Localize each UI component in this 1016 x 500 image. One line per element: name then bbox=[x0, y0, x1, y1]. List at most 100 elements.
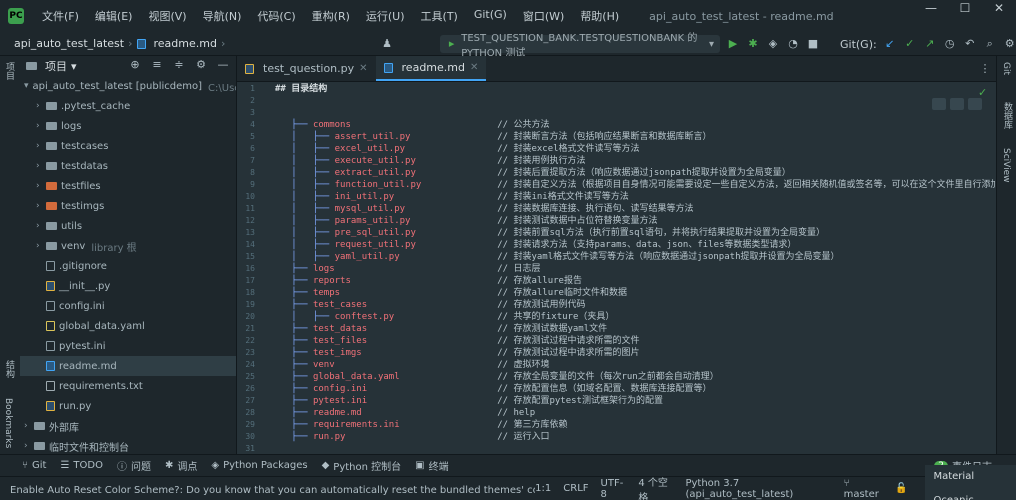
editor-only-icon[interactable] bbox=[932, 98, 946, 110]
problems-tool-tab[interactable]: ⓘ 问题 bbox=[117, 458, 151, 473]
tree-item-init-py[interactable]: __init__.py bbox=[20, 276, 236, 296]
line-number[interactable]: 5 bbox=[237, 131, 267, 143]
project-panel-title[interactable]: 项目 bbox=[45, 58, 67, 74]
lock-icon[interactable]: 🔓 bbox=[895, 483, 907, 494]
line-number[interactable]: 9 bbox=[237, 179, 267, 191]
bookmarks-tool-button[interactable]: Bookmarks bbox=[3, 398, 13, 448]
line-number[interactable]: 7 bbox=[237, 155, 267, 167]
menu-window[interactable]: 窗口(W) bbox=[515, 8, 572, 24]
debug-tool-tab[interactable]: ✱ 调点 bbox=[165, 458, 197, 473]
settings-gear-icon[interactable]: ⚙ bbox=[1003, 37, 1016, 51]
database-tool-button[interactable]: 数据库 bbox=[1001, 102, 1014, 129]
close-tab-icon[interactable]: ✕ bbox=[470, 62, 478, 73]
menu-run[interactable]: 运行(U) bbox=[358, 8, 413, 24]
rollback-icon[interactable]: ↶ bbox=[963, 37, 977, 51]
tree-item-global-data-yaml[interactable]: global_data.yaml bbox=[20, 316, 236, 336]
tree-item-scratches[interactable]: › 临时文件和控制台 bbox=[20, 436, 236, 454]
line-number[interactable]: 26 bbox=[237, 383, 267, 395]
maximize-button[interactable]: ☐ bbox=[948, 0, 982, 32]
editor-content[interactable]: ## 目录结构 ├── commons // 公共方法 │ ├── assert_… bbox=[275, 83, 995, 445]
line-number[interactable]: 4 bbox=[237, 119, 267, 131]
line-number[interactable]: 11 bbox=[237, 203, 267, 215]
line-number[interactable]: 2 bbox=[237, 95, 267, 107]
user-icon[interactable]: ♟ bbox=[380, 37, 394, 51]
tree-item-testfiles[interactable]: › testfiles bbox=[20, 176, 236, 196]
git-tool-button[interactable]: Git bbox=[1001, 62, 1011, 75]
tree-item-external-libraries[interactable]: › 外部库 bbox=[20, 416, 236, 436]
line-number[interactable]: 20 bbox=[237, 311, 267, 323]
tree-item-utils[interactable]: › utils bbox=[20, 216, 236, 236]
tree-item-venv[interactable]: › venv library 根 bbox=[20, 236, 236, 256]
tree-item-run-py[interactable]: run.py bbox=[20, 396, 236, 416]
tree-item-testdatas[interactable]: › testdatas bbox=[20, 156, 236, 176]
line-number[interactable]: 6 bbox=[237, 143, 267, 155]
tree-root[interactable]: ▾ api_auto_test_latest [publicdemo] C:\U… bbox=[20, 76, 236, 96]
line-number[interactable]: 14 bbox=[237, 239, 267, 251]
file-encoding[interactable]: UTF-8 bbox=[601, 478, 627, 500]
line-number[interactable]: 12 bbox=[237, 215, 267, 227]
line-number[interactable]: 10 bbox=[237, 191, 267, 203]
collapse-all-icon[interactable]: ≑ bbox=[172, 58, 186, 72]
terminal-tool-tab[interactable]: ▣ 终端 bbox=[415, 458, 448, 473]
line-number[interactable]: 16 bbox=[237, 263, 267, 275]
menu-view[interactable]: 视图(V) bbox=[140, 8, 194, 24]
theme-indicator[interactable]: Material Oceanic bbox=[925, 464, 1016, 500]
line-number[interactable]: 17 bbox=[237, 275, 267, 287]
git-branch[interactable]: ⑂ master bbox=[844, 478, 883, 500]
caret-position[interactable]: 1:1 bbox=[535, 483, 551, 494]
tab-readme-md[interactable]: readme.md ✕ bbox=[375, 56, 487, 81]
python-interpreter[interactable]: Python 3.7 (api_auto_test_latest) bbox=[685, 478, 831, 500]
tree-item-requirements-txt[interactable]: requirements.txt bbox=[20, 376, 236, 396]
menu-code[interactable]: 代码(C) bbox=[249, 8, 303, 24]
structure-tool-button[interactable]: 结构 bbox=[3, 360, 16, 378]
coverage-icon[interactable]: ◈ bbox=[766, 37, 780, 51]
inspection-ok-icon[interactable]: ✓ bbox=[978, 86, 987, 99]
profile-icon[interactable]: ◔ bbox=[786, 37, 800, 51]
project-tool-button[interactable]: 项目 bbox=[3, 62, 16, 80]
hide-panel-icon[interactable]: — bbox=[216, 58, 230, 72]
line-number[interactable]: 15 bbox=[237, 251, 267, 263]
line-ending[interactable]: CRLF bbox=[563, 483, 588, 494]
tree-item-logs[interactable]: › logs bbox=[20, 116, 236, 136]
expand-all-icon[interactable]: ≡ bbox=[150, 58, 164, 72]
line-number[interactable]: 21 bbox=[237, 323, 267, 335]
search-icon[interactable]: ⌕ bbox=[983, 37, 997, 51]
sciview-tool-button[interactable]: SciView bbox=[1001, 148, 1011, 183]
run-icon[interactable]: ▶ bbox=[726, 37, 740, 51]
debug-icon[interactable]: ✱ bbox=[746, 37, 760, 51]
line-number[interactable]: 22 bbox=[237, 335, 267, 347]
git-commit-icon[interactable]: ✓ bbox=[903, 37, 917, 51]
git-push-icon[interactable]: ↗ bbox=[923, 37, 937, 51]
git-tool-tab[interactable]: ⑂ Git bbox=[22, 460, 46, 471]
status-message[interactable]: Enable Auto Reset Color Scheme?: Do you … bbox=[0, 481, 535, 496]
tree-item-testimgs[interactable]: › testimgs bbox=[20, 196, 236, 216]
line-number[interactable]: 29 bbox=[237, 419, 267, 431]
locate-icon[interactable]: ⊕ bbox=[128, 58, 142, 72]
settings-gear-icon[interactable]: ⚙ bbox=[194, 58, 208, 72]
close-tab-icon[interactable]: ✕ bbox=[359, 63, 367, 74]
chevron-down-icon[interactable]: ▾ bbox=[71, 60, 77, 73]
close-window-button[interactable]: ✕ bbox=[982, 0, 1016, 32]
line-number[interactable]: 25 bbox=[237, 371, 267, 383]
menu-git[interactable]: Git(G) bbox=[466, 8, 515, 24]
line-number[interactable]: 28 bbox=[237, 407, 267, 419]
menu-file[interactable]: 文件(F) bbox=[34, 8, 87, 24]
tree-item-readme-md[interactable]: readme.md bbox=[20, 356, 236, 376]
todo-tool-tab[interactable]: ☰ TODO bbox=[60, 460, 103, 471]
split-view-icon[interactable] bbox=[950, 98, 964, 110]
indent-setting[interactable]: 4 个空格 bbox=[638, 474, 673, 500]
menu-navigate[interactable]: 导航(N) bbox=[195, 8, 250, 24]
line-number[interactable]: 8 bbox=[237, 167, 267, 179]
tree-item-config-ini[interactable]: config.ini bbox=[20, 296, 236, 316]
tree-item-pytest-cache[interactable]: › .pytest_cache bbox=[20, 96, 236, 116]
more-options-icon[interactable]: ⋮ bbox=[978, 62, 992, 76]
minimize-button[interactable]: — bbox=[914, 0, 948, 32]
menu-tools[interactable]: 工具(T) bbox=[413, 8, 466, 24]
line-number[interactable]: 3 bbox=[237, 107, 267, 119]
breadcrumb-file[interactable]: readme.md bbox=[154, 37, 217, 50]
git-history-icon[interactable]: ◷ bbox=[943, 37, 957, 51]
stop-icon[interactable]: ■ bbox=[806, 37, 820, 51]
menu-edit[interactable]: 编辑(E) bbox=[87, 8, 141, 24]
line-number[interactable]: 1 bbox=[237, 83, 267, 95]
line-number[interactable]: 24 bbox=[237, 359, 267, 371]
